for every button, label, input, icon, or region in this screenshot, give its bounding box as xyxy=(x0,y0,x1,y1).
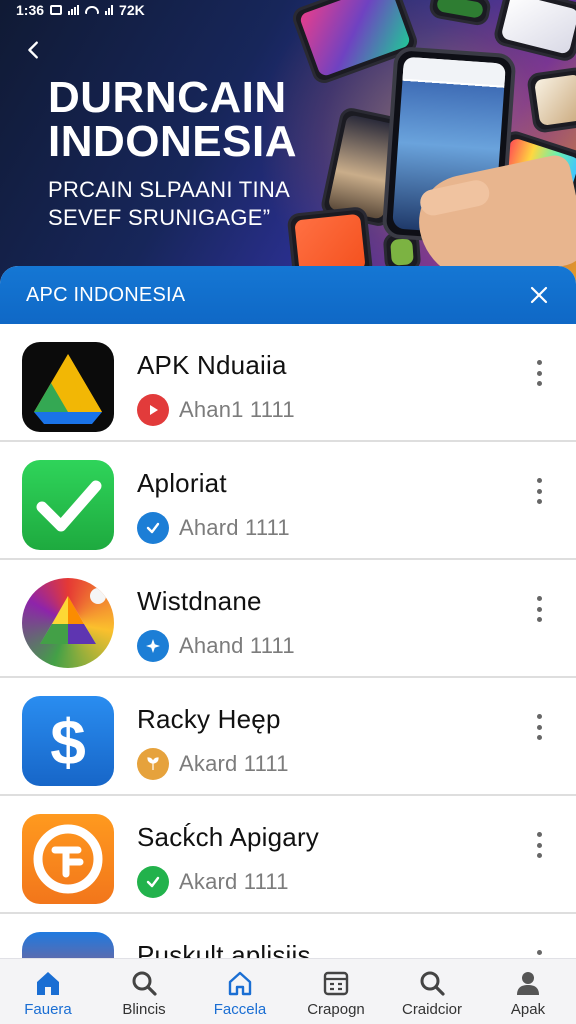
wifi-icon xyxy=(85,6,100,14)
app-name: Racky Heęp xyxy=(137,704,281,734)
sheet-header: APC INDONESIA xyxy=(0,266,576,324)
app-meta: Akard 1111 xyxy=(137,748,289,780)
nav-item-craidcior[interactable]: Craidcior xyxy=(384,959,480,1024)
list-item[interactable]: APK Nduaiia Ahan1 1111 xyxy=(0,324,576,442)
house-outline-icon xyxy=(224,967,256,999)
app-subtitle: Akard 1111 xyxy=(179,751,289,776)
checkmark-app-icon xyxy=(22,460,114,550)
app-meta: Akard 1111 xyxy=(137,866,289,898)
app-list: APK Nduaiia Ahan1 1111 Aploriat Ahard 11… xyxy=(0,324,576,1024)
bottom-navigation: Fauera Blincis Faccela Crapogn Craidcior… xyxy=(0,958,576,1024)
nav-label: Crapogn xyxy=(307,1001,365,1018)
nav-label: Blincis xyxy=(122,1001,166,1018)
nav-label: Fauera xyxy=(24,1001,72,1018)
drive-icon xyxy=(22,342,114,432)
nav-item-apak[interactable]: Apak xyxy=(480,959,576,1024)
status-bar: 1:36 72K xyxy=(0,0,576,20)
calendar-icon xyxy=(320,967,352,999)
check-icon xyxy=(137,512,169,544)
app-meta: Ahard 1111 xyxy=(137,512,290,544)
list-item[interactable]: Wistdnane Ahand 1111 xyxy=(0,560,576,678)
svg-text:$: $ xyxy=(50,706,86,778)
leaf-icon xyxy=(137,748,169,780)
status-time: 1:36 xyxy=(16,2,45,18)
hero-title: DURNCAIN INDONESIA xyxy=(48,73,297,166)
list-item[interactable]: Sacḱch Apigary Akard 1111 xyxy=(0,796,576,914)
orange-circle-app-icon xyxy=(22,814,114,904)
search-icon xyxy=(416,967,448,999)
app-meta: Ahand 1111 xyxy=(137,630,295,662)
nav-label: Faccela xyxy=(213,1001,267,1018)
more-options-icon[interactable] xyxy=(528,830,550,860)
play-icon xyxy=(137,394,169,426)
star-icon xyxy=(137,630,169,662)
more-options-icon[interactable] xyxy=(528,358,550,388)
back-button[interactable] xyxy=(18,34,50,66)
chevron-left-icon xyxy=(28,41,38,59)
more-options-icon[interactable] xyxy=(528,476,550,506)
app-subtitle: Akard 1111 xyxy=(179,869,289,894)
list-item[interactable]: Aploriat Ahard 1111 xyxy=(0,442,576,560)
device-mockup xyxy=(526,66,576,134)
search-icon xyxy=(128,967,160,999)
nav-item-faccela[interactable]: Faccela xyxy=(192,959,288,1024)
check-icon xyxy=(137,866,169,898)
app-name: Wistdnane xyxy=(137,586,262,616)
colorful-triangle-app-icon xyxy=(22,578,114,668)
app-sheet: APC INDONESIA APK Nduaiia Ahan1 1111 Apl… xyxy=(0,266,576,1024)
app-name: Sacḱch Apigary xyxy=(137,822,320,852)
more-options-icon[interactable] xyxy=(528,712,550,742)
app-name: Aploriat xyxy=(137,468,227,498)
signal-icon xyxy=(105,5,114,15)
home-icon xyxy=(32,967,64,999)
app-subtitle: Ahand 1111 xyxy=(179,633,295,658)
app-name: APK Nduaiia xyxy=(137,350,287,380)
nav-item-crapogn[interactable]: Crapogn xyxy=(288,959,384,1024)
app-meta: Ahan1 1111 xyxy=(137,394,295,426)
status-network: 72K xyxy=(119,2,145,18)
dollar-app-icon: $ xyxy=(22,696,114,786)
sheet-title: APC INDONESIA xyxy=(26,283,186,306)
close-button[interactable] xyxy=(524,280,554,310)
app-subtitle: Ahard 1111 xyxy=(179,515,290,540)
profile-icon xyxy=(512,967,544,999)
app-subtitle: Ahan1 1111 xyxy=(179,397,295,422)
list-item[interactable]: $ Racky Heęp Akard 1111 xyxy=(0,678,576,796)
close-icon xyxy=(530,286,548,304)
nav-item-fauera[interactable]: Fauera xyxy=(0,959,96,1024)
nav-label: Apak xyxy=(510,1001,546,1018)
notification-icon xyxy=(50,5,63,15)
signal-icon xyxy=(68,5,80,15)
hero-subtitle: PRCAIN SLPAANI TINA SEVEF SRUNIGAGE” xyxy=(48,177,289,230)
hero-banner: 1:36 72K DURNCAIN INDONESIA PRCAIN SLPAA… xyxy=(0,0,576,300)
nav-item-blincis[interactable]: Blincis xyxy=(96,959,192,1024)
more-options-icon[interactable] xyxy=(528,594,550,624)
nav-label: Craidcior xyxy=(401,1001,462,1018)
